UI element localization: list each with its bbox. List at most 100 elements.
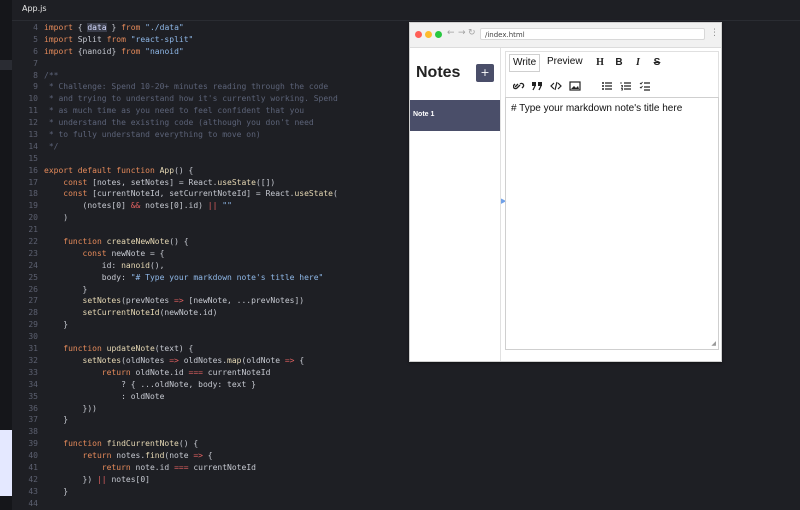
- checklist-icon[interactable]: [639, 81, 651, 91]
- code-text: }: [44, 415, 69, 425]
- reload-icon[interactable]: ↻: [468, 28, 476, 38]
- code-line[interactable]: 22 function createNewNote() {: [12, 236, 412, 248]
- code-text: }: [44, 320, 69, 330]
- maximize-window-button[interactable]: [435, 31, 442, 38]
- image-icon[interactable]: [569, 81, 581, 91]
- file-tab-appjs[interactable]: App.js: [22, 4, 47, 13]
- line-number: 12: [28, 118, 38, 128]
- code-text: setCurrentNoteId(newNote.id): [82, 308, 218, 318]
- code-line[interactable]: 20 ): [12, 212, 412, 224]
- resize-grip-icon[interactable]: ◢: [711, 340, 716, 347]
- code-line[interactable]: 40 return notes.find(note => {: [12, 450, 412, 462]
- code-text: import Split from "react-split": [44, 34, 194, 44]
- italic-icon[interactable]: I: [632, 57, 644, 68]
- code-line[interactable]: 7: [12, 58, 412, 70]
- code-line[interactable]: 12 * understand the existing code (altho…: [12, 117, 412, 129]
- link-icon[interactable]: [513, 81, 525, 91]
- editor-header: App.js: [12, 0, 800, 21]
- code-line[interactable]: 18 const [currentNoteId, setCurrentNoteI…: [12, 188, 412, 200]
- code-editor[interactable]: 4 import { data } from "./data" 5 import Sp…: [12, 22, 412, 510]
- activity-gutter: [0, 0, 12, 510]
- code-line[interactable]: 14 */: [12, 141, 412, 153]
- code-line[interactable]: 35 : oldNote: [12, 391, 412, 403]
- code-line[interactable]: 38: [12, 426, 412, 438]
- code-line[interactable]: 19 (notes[0] && notes[0].id) || "": [12, 200, 412, 212]
- code-line[interactable]: 28 setCurrentNoteId(newNote.id): [12, 307, 412, 319]
- code-line[interactable]: 33 return oldNote.id === currentNoteId: [12, 367, 412, 379]
- bold-icon[interactable]: B: [613, 57, 625, 68]
- line-number: 20: [28, 213, 38, 223]
- code-line[interactable]: 34 ? { ...oldNote, body: text }: [12, 379, 412, 391]
- close-window-button[interactable]: [415, 31, 422, 38]
- code-text: /**: [44, 70, 59, 80]
- code-line[interactable]: 43 }: [12, 486, 412, 498]
- browser-toolbar: ← → ↻ /index.html ⋮: [410, 23, 721, 48]
- code-line[interactable]: 23 const newNote = {: [12, 248, 412, 260]
- markdown-textarea[interactable]: # Type your markdown note's title here ◢: [505, 97, 719, 350]
- code-line[interactable]: 30: [12, 331, 412, 343]
- unordered-list-icon[interactable]: [601, 81, 613, 91]
- code-text: const newNote = {: [82, 248, 165, 258]
- url-bar[interactable]: /index.html: [480, 28, 705, 40]
- sidebar-note-item[interactable]: Note 1: [410, 100, 500, 131]
- line-number: 17: [28, 177, 38, 187]
- code-line[interactable]: 16 export default function App() {: [12, 165, 412, 177]
- code-line[interactable]: 26 }: [12, 284, 412, 296]
- line-number: 11: [28, 106, 38, 116]
- code-text: }: [44, 284, 88, 294]
- code-line[interactable]: 32 setNotes(oldNotes => oldNotes.map(old…: [12, 355, 412, 367]
- code-line[interactable]: 24 id: nanoid(),: [12, 260, 412, 272]
- code-line[interactable]: 8 /**: [12, 70, 412, 82]
- code-icon[interactable]: [550, 81, 562, 91]
- code-line[interactable]: 10 * and trying to understand how it's c…: [12, 93, 412, 105]
- code-line[interactable]: 13 * to fully understand everything to m…: [12, 129, 412, 141]
- back-arrow-icon[interactable]: ←: [447, 28, 455, 38]
- code-line[interactable]: 31 function updateNote(text) {: [12, 343, 412, 355]
- ordered-list-icon[interactable]: [620, 81, 632, 91]
- tab-write[interactable]: Write: [509, 54, 541, 72]
- code-line[interactable]: 29 }: [12, 319, 412, 331]
- code-text: function findCurrentNote() {: [63, 439, 199, 449]
- browser-window: ← → ↻ /index.html ⋮ Notes + Note 1 ▶ Wri…: [409, 22, 722, 362]
- code-text: */: [44, 141, 59, 151]
- code-text: ): [44, 213, 69, 223]
- code-line[interactable]: 36 })): [12, 403, 412, 415]
- header-icon[interactable]: H: [594, 57, 606, 68]
- code-line[interactable]: 4 import { data } from "./data": [12, 22, 412, 34]
- code-text: * as much time as you need to feel confi…: [44, 106, 305, 116]
- line-number: 15: [28, 153, 38, 163]
- code-line[interactable]: 17 const [notes, setNotes] = React.useSt…: [12, 177, 412, 189]
- line-number: 22: [28, 237, 38, 247]
- minimize-window-button[interactable]: [425, 31, 432, 38]
- forward-arrow-icon[interactable]: →: [458, 28, 466, 38]
- code-text: : oldNote: [44, 391, 165, 401]
- code-line[interactable]: 6 import {nanoid} from "nanoid": [12, 46, 412, 58]
- code-text: return notes.find(note => {: [82, 451, 213, 461]
- code-line[interactable]: 5 import Split from "react-split": [12, 34, 412, 46]
- code-text: function createNewNote() {: [63, 237, 189, 247]
- code-line[interactable]: 41 return note.id === currentNoteId: [12, 462, 412, 474]
- editor-toolbar: Write Preview H B I S: [505, 51, 719, 97]
- code-line[interactable]: 44: [12, 498, 412, 510]
- code-line[interactable]: 21: [12, 224, 412, 236]
- code-text: return note.id === currentNoteId: [101, 462, 256, 472]
- code-line[interactable]: 39 function findCurrentNote() {: [12, 438, 412, 450]
- line-number: 18: [28, 189, 38, 199]
- code-text: }) || notes[0]: [44, 474, 150, 484]
- add-note-button[interactable]: +: [476, 64, 494, 82]
- code-line[interactable]: 11 * as much time as you need to feel co…: [12, 105, 412, 117]
- strikethrough-icon[interactable]: S: [651, 57, 663, 68]
- code-line[interactable]: 9 * Challenge: Spend 10-20+ minutes read…: [12, 81, 412, 93]
- code-line[interactable]: 15: [12, 153, 412, 165]
- code-line[interactable]: 27 setNotes(prevNotes => [newNote, ...pr…: [12, 295, 412, 307]
- code-line[interactable]: 37 }: [12, 414, 412, 426]
- browser-menu-icon[interactable]: ⋮: [710, 28, 719, 38]
- tab-preview[interactable]: Preview: [544, 54, 586, 70]
- line-number: 25: [28, 272, 38, 282]
- quote-icon[interactable]: [531, 81, 543, 91]
- code-line[interactable]: 25 body: "# Type your markdown note's ti…: [12, 272, 412, 284]
- line-number: 39: [28, 439, 38, 449]
- gutter-marker-highlight: [0, 430, 12, 496]
- code-text: id: nanoid(),: [44, 260, 165, 270]
- code-line[interactable]: 42 }) || notes[0]: [12, 474, 412, 486]
